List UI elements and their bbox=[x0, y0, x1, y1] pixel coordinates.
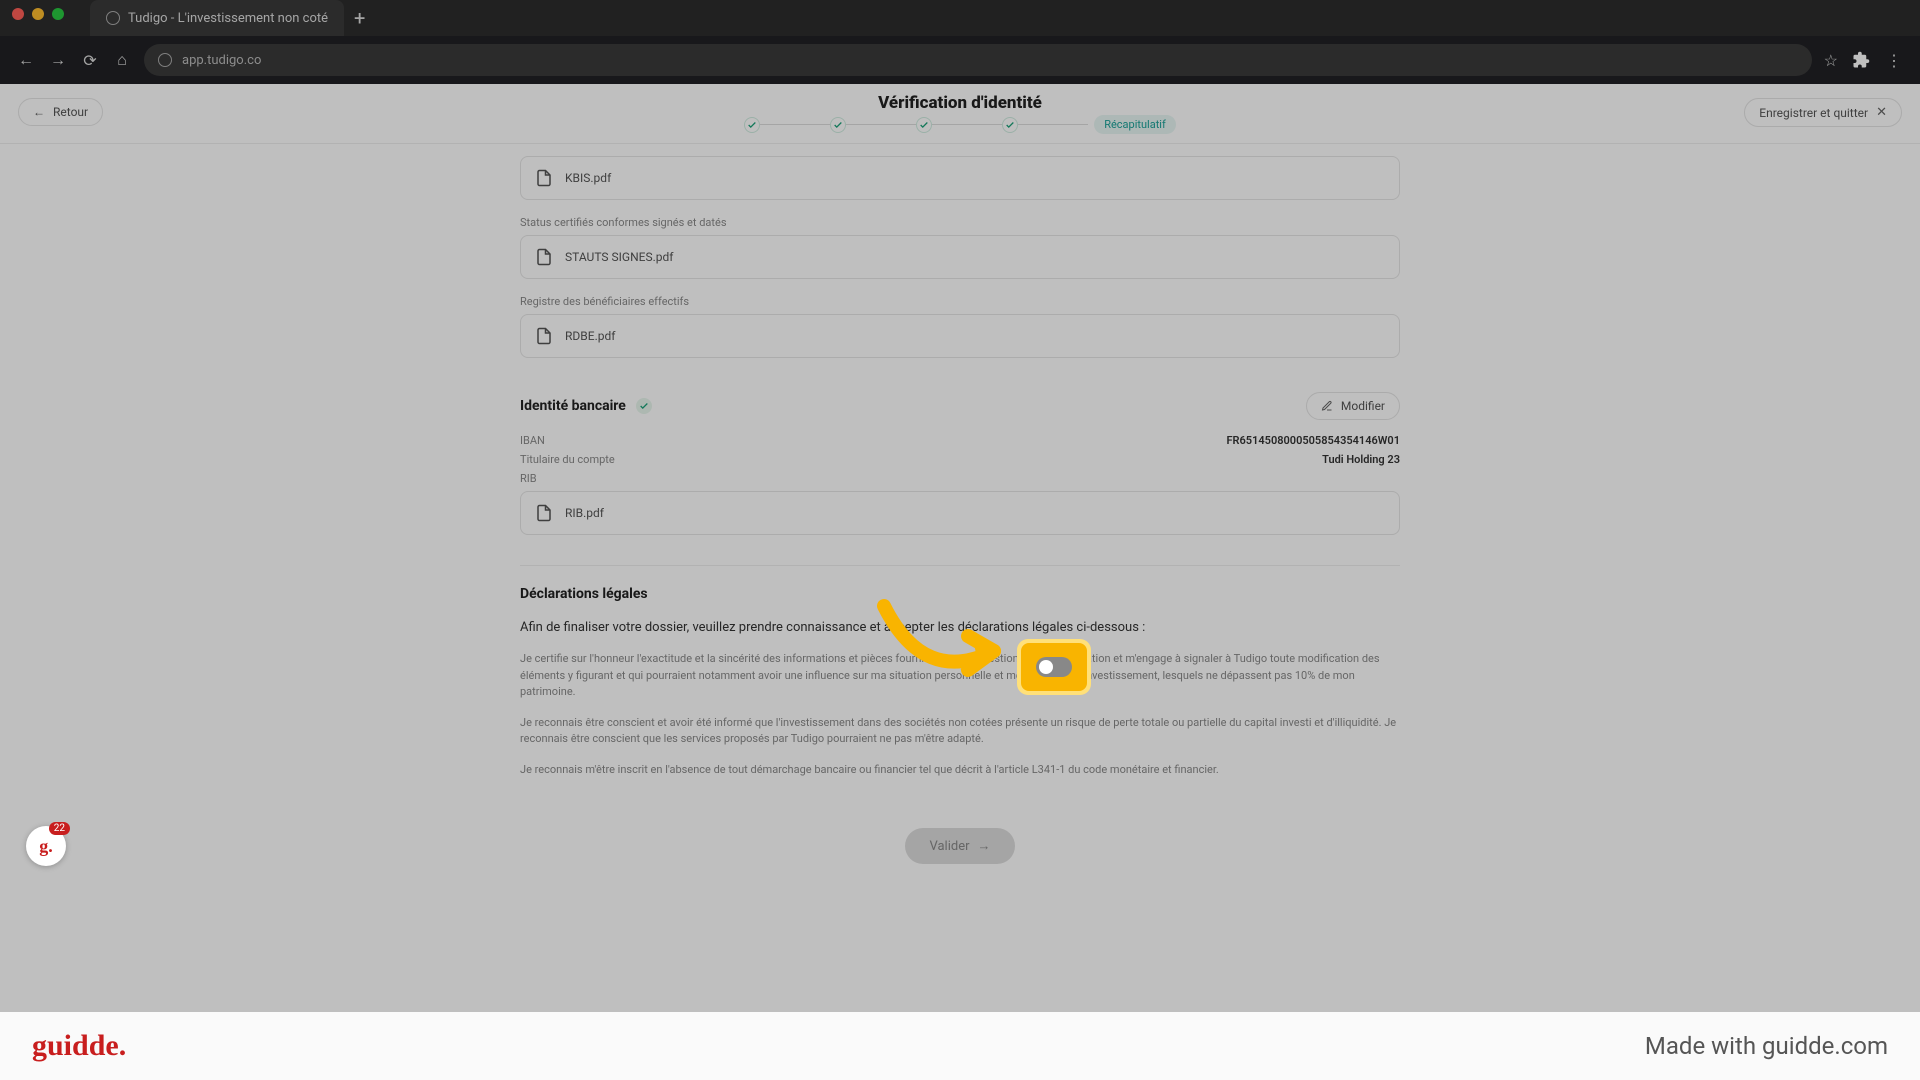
rib-label-row: RIB bbox=[520, 472, 1400, 485]
save-quit-label: Enregistrer et quitter bbox=[1759, 106, 1868, 120]
document-icon bbox=[535, 504, 553, 522]
field-label-rbe: Registre des bénéficiaires effectifs bbox=[520, 295, 1400, 308]
save-quit-button[interactable]: Enregistrer et quitter ✕ bbox=[1744, 98, 1902, 127]
guidde-footer: guidde. Made with guidde.com bbox=[0, 1012, 1920, 1080]
extensions-icon[interactable] bbox=[1852, 51, 1870, 69]
step-current-label: Récapitulatif bbox=[1094, 115, 1176, 134]
section-title: Identité bancaire bbox=[520, 398, 626, 414]
check-icon bbox=[636, 398, 652, 414]
bookmark-icon[interactable]: ☆ bbox=[1824, 51, 1838, 70]
file-name: RDBE.pdf bbox=[565, 329, 615, 343]
document-icon bbox=[535, 248, 553, 266]
tab-title: Tudigo - L'investissement non coté bbox=[128, 11, 328, 26]
validate-label: Valider bbox=[929, 839, 969, 854]
page-title: Vérification d'identité bbox=[878, 93, 1042, 113]
address-bar: ← → ⟳ ⌂ app.tudigo.co ☆ ⋮ bbox=[0, 36, 1920, 84]
file-name: STAUTS SIGNES.pdf bbox=[565, 250, 673, 264]
declarations-p2: Je reconnais être conscient et avoir été… bbox=[520, 715, 1400, 748]
back-label: Retour bbox=[53, 105, 88, 119]
globe-icon bbox=[158, 53, 172, 67]
page-header: ← Retour Vérification d'identité Récapit… bbox=[0, 84, 1920, 144]
file-name: RIB.pdf bbox=[565, 506, 604, 520]
modify-label: Modifier bbox=[1341, 399, 1385, 413]
arrow-right-icon: → bbox=[978, 838, 991, 854]
back-icon[interactable]: ← bbox=[16, 50, 36, 70]
holder-value: Tudi Holding 23 bbox=[1322, 453, 1400, 466]
url-field[interactable]: app.tudigo.co bbox=[144, 44, 1812, 76]
reload-icon[interactable]: ⟳ bbox=[80, 51, 100, 70]
menu-icon[interactable]: ⋮ bbox=[1884, 51, 1904, 70]
holder-label: Titulaire du compte bbox=[520, 453, 615, 466]
bank-section-header: Identité bancaire Modifier bbox=[520, 392, 1400, 420]
step-complete-icon bbox=[830, 117, 846, 133]
guidde-footer-logo: guidde. bbox=[32, 1029, 126, 1063]
stepper: Récapitulatif bbox=[744, 115, 1176, 134]
modify-button[interactable]: Modifier bbox=[1306, 392, 1400, 420]
step-complete-icon bbox=[744, 117, 760, 133]
rib-label: RIB bbox=[520, 472, 537, 485]
file-name: KBIS.pdf bbox=[565, 171, 611, 185]
minimize-window-icon[interactable] bbox=[32, 8, 44, 20]
iban-label: IBAN bbox=[520, 434, 545, 447]
field-label-status: Status certifiés conformes signés et dat… bbox=[520, 216, 1400, 229]
declarations-toggle[interactable] bbox=[1036, 657, 1072, 677]
declarations-p3: Je reconnais m'être inscrit en l'absence… bbox=[520, 762, 1400, 779]
document-icon bbox=[535, 169, 553, 187]
step-complete-icon bbox=[1002, 117, 1018, 133]
holder-row: Titulaire du compte Tudi Holding 23 bbox=[520, 453, 1400, 466]
tab-strip: Tudigo - L'investissement non coté + bbox=[0, 0, 1920, 36]
guidde-logo-icon: g bbox=[39, 836, 53, 857]
divider bbox=[520, 565, 1400, 566]
step-complete-icon bbox=[916, 117, 932, 133]
close-icon: ✕ bbox=[1876, 105, 1887, 120]
close-window-icon[interactable] bbox=[12, 8, 24, 20]
home-icon[interactable]: ⌂ bbox=[112, 50, 132, 70]
document-icon bbox=[535, 327, 553, 345]
guidde-count: 22 bbox=[49, 822, 70, 835]
url-text: app.tudigo.co bbox=[182, 53, 261, 68]
maximize-window-icon[interactable] bbox=[52, 8, 64, 20]
window-controls bbox=[12, 8, 64, 20]
file-status[interactable]: STAUTS SIGNES.pdf bbox=[520, 235, 1400, 279]
main-content: KBIS.pdf Status certifiés conformes sign… bbox=[520, 144, 1400, 864]
forward-icon[interactable]: → bbox=[48, 50, 68, 70]
iban-value: FR6514508000505854354146W01 bbox=[1226, 434, 1400, 447]
arrow-left-icon: ← bbox=[33, 105, 45, 119]
file-rib[interactable]: RIB.pdf bbox=[520, 491, 1400, 535]
iban-row: IBAN FR6514508000505854354146W01 bbox=[520, 434, 1400, 447]
annotation-highlight bbox=[1025, 647, 1083, 687]
file-kbis[interactable]: KBIS.pdf bbox=[520, 156, 1400, 200]
validate-button[interactable]: Valider → bbox=[905, 828, 1015, 864]
pencil-icon bbox=[1321, 400, 1333, 412]
guidde-attribution: Made with guidde.com bbox=[1645, 1032, 1888, 1060]
browser-tab[interactable]: Tudigo - L'investissement non coté bbox=[90, 0, 344, 36]
new-tab-button[interactable]: + bbox=[354, 6, 365, 30]
back-button[interactable]: ← Retour bbox=[18, 98, 103, 126]
file-rbe[interactable]: RDBE.pdf bbox=[520, 314, 1400, 358]
guidde-badge[interactable]: g 22 bbox=[26, 826, 66, 866]
annotation-arrow-icon bbox=[864, 596, 1024, 706]
globe-icon bbox=[106, 11, 120, 25]
